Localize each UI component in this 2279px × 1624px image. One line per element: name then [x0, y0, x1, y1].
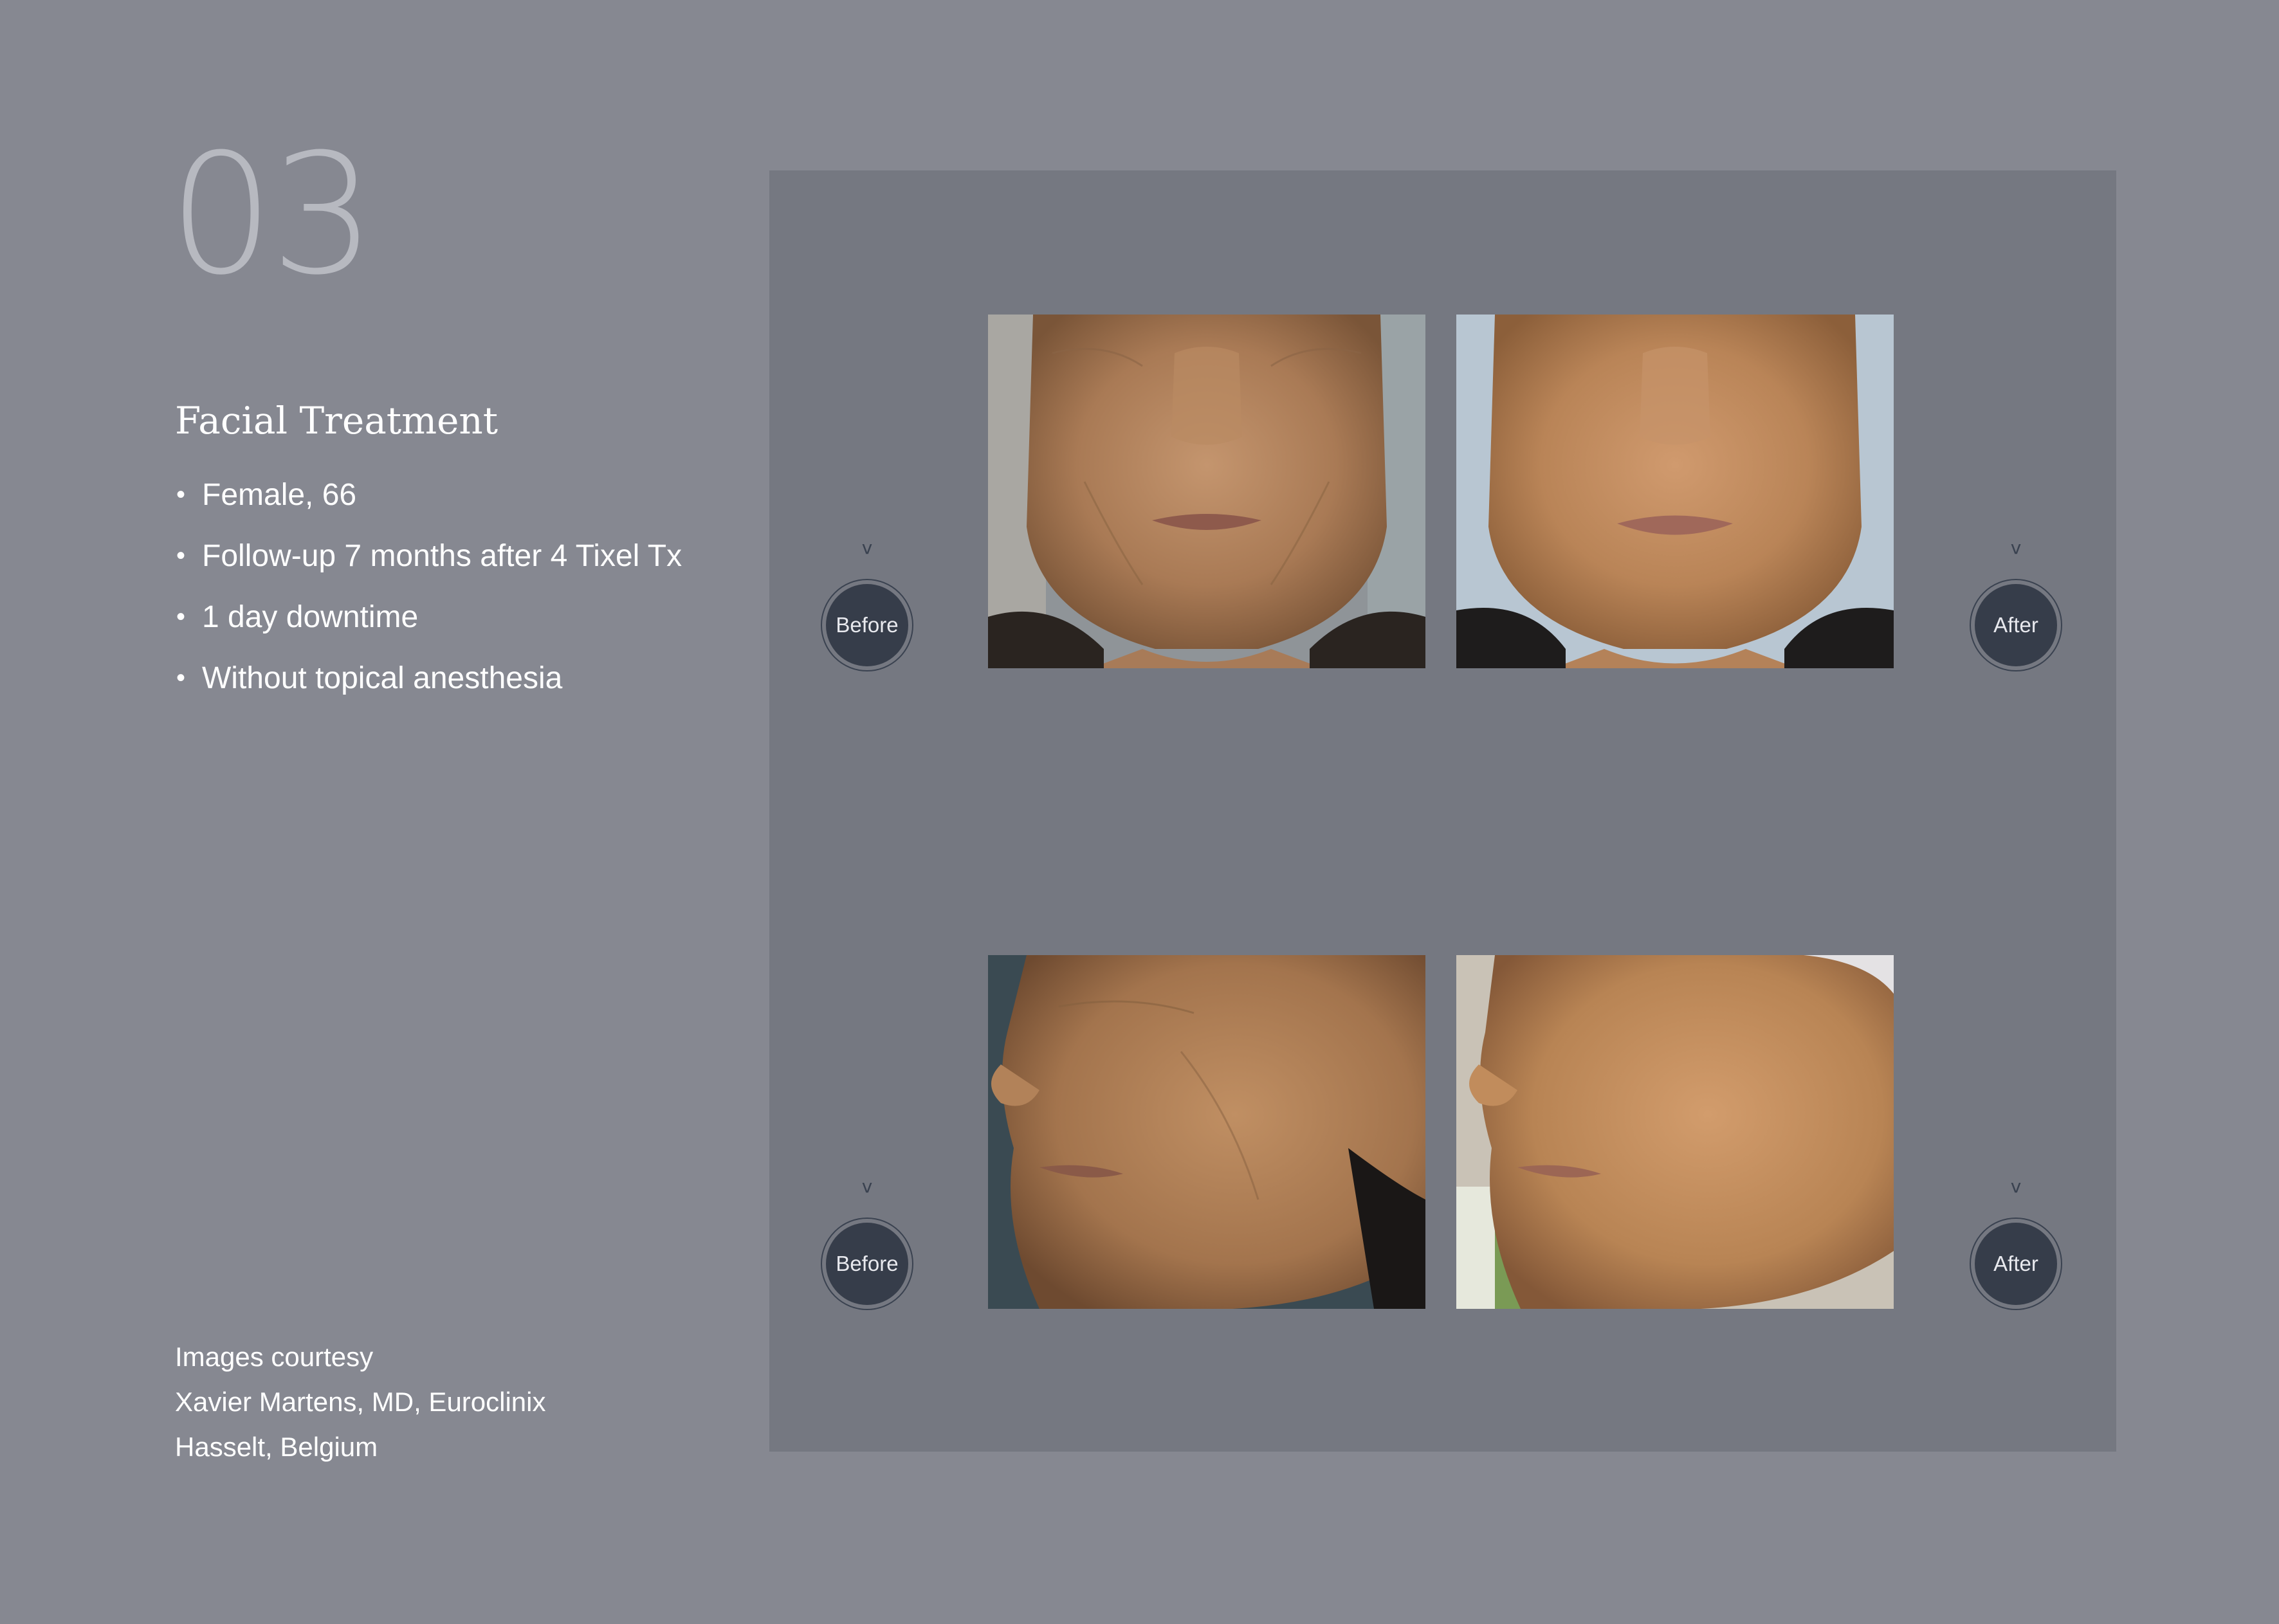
bullet-icon: • — [176, 542, 186, 570]
chevron-down-icon: v — [861, 537, 873, 558]
detail-text: Follow-up 7 months after 4 Tixel Tx — [202, 539, 682, 573]
credit-line: Hasselt, Belgium — [175, 1432, 378, 1462]
detail-item: • Female, 66 — [175, 464, 682, 525]
before-label: Before — [826, 584, 908, 666]
after-badge-top: v After — [1970, 539, 2062, 671]
after-photo-frontal — [1456, 315, 1894, 668]
after-photo-profile — [1456, 955, 1894, 1309]
chevron-down-icon: v — [861, 1176, 873, 1197]
before-photo-frontal — [988, 315, 1425, 668]
before-badge-top: v Before — [821, 539, 913, 671]
image-credits: Images courtesy Xavier Martens, MD, Euro… — [175, 1335, 546, 1470]
page-number: 03 — [169, 118, 376, 311]
bullet-icon: • — [176, 480, 186, 509]
detail-item: • Without topical anesthesia — [175, 648, 682, 709]
credit-line: Xavier Martens, MD, Euroclinix — [175, 1387, 546, 1417]
before-badge-bottom: v Before — [821, 1178, 913, 1310]
bullet-icon: • — [176, 664, 186, 692]
before-photo-profile — [988, 955, 1425, 1309]
detail-text: Female, 66 — [202, 478, 357, 512]
after-label: After — [1975, 1223, 2057, 1305]
case-details-list: • Female, 66 • Follow-up 7 months after 4 … — [175, 464, 682, 709]
chevron-down-icon: v — [2010, 1176, 2022, 1197]
detail-item: • Follow-up 7 months after 4 Tixel Tx — [175, 525, 682, 587]
before-after-panel: v Before v After v Before v After — [769, 170, 2116, 1452]
detail-text: Without topical anesthesia — [202, 661, 563, 695]
bullet-icon: • — [176, 603, 186, 631]
chevron-down-icon: v — [2010, 537, 2022, 558]
after-label: After — [1975, 584, 2057, 666]
credit-line: Images courtesy — [175, 1342, 374, 1372]
detail-text: 1 day downtime — [202, 600, 419, 634]
case-title: Facial Treatment — [175, 399, 499, 442]
before-label: Before — [826, 1223, 908, 1305]
after-badge-bottom: v After — [1970, 1178, 2062, 1310]
detail-item: • 1 day downtime — [175, 587, 682, 648]
